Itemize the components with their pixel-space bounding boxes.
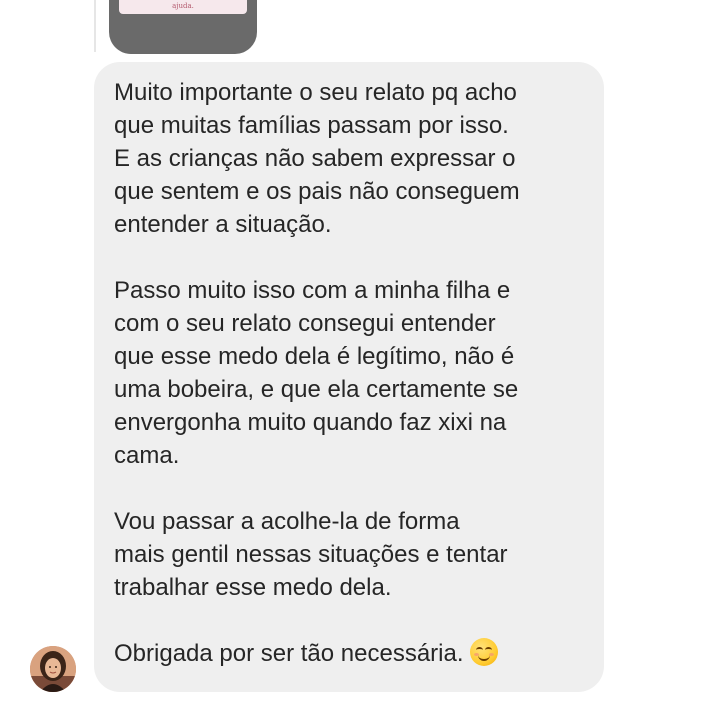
message-paragraph-3: Vou passar a acolhe-la de forma mais gen… xyxy=(114,508,508,601)
message-paragraph-2: Passo muito isso com a minha filha e com… xyxy=(114,277,519,469)
message-closing-text: Obrigada por ser tão necessária. xyxy=(114,640,464,667)
quoted-message-preview[interactable]: ajuda. xyxy=(109,0,257,54)
avatar-photo-icon xyxy=(30,646,76,692)
quoted-image-thumbnail: ajuda. xyxy=(119,0,247,14)
message-closing-line: Obrigada por ser tão necessária. xyxy=(114,637,592,670)
message-bubble[interactable]: Muito importante o seu relato pq acho qu… xyxy=(94,62,604,692)
sender-avatar[interactable] xyxy=(30,646,76,692)
quoted-image-caption: ajuda. xyxy=(172,2,194,10)
smiling-face-emoji-icon xyxy=(469,638,498,666)
message-paragraph-1: Muito importante o seu relato pq acho qu… xyxy=(114,79,520,238)
reply-thread-line xyxy=(94,0,96,52)
